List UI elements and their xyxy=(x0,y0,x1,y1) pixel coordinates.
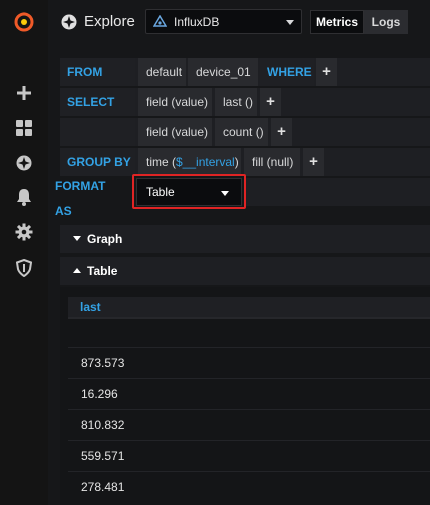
format-select-highlight xyxy=(132,174,246,209)
select-field-segment[interactable]: field (value) xyxy=(138,118,212,146)
interval-variable: $__interval xyxy=(176,155,235,169)
dashboards-icon[interactable] xyxy=(12,116,36,140)
groupby-time-segment[interactable]: time ($__interval) xyxy=(138,148,241,176)
results-table: last 873.573 16.296 810.832 559.571 278.… xyxy=(60,287,430,505)
main-area: Explore InfluxDB Metrics Logs FROM defau… xyxy=(48,0,430,505)
select-row-2: field (value) count () + xyxy=(60,118,430,146)
logs-mode-button[interactable]: Logs xyxy=(364,10,408,34)
add-where-button[interactable]: + xyxy=(316,58,337,86)
select-function-segment[interactable]: last () xyxy=(215,88,257,116)
datasource-picker[interactable]: InfluxDB xyxy=(145,9,302,34)
groupby-time-suffix: ) xyxy=(234,155,239,169)
format-keyword: FORMAT xyxy=(55,179,106,193)
table-row: 810.832 xyxy=(68,409,430,439)
bell-icon[interactable] xyxy=(12,185,36,209)
add-groupby-button[interactable]: + xyxy=(303,148,324,176)
add-select-part-button[interactable]: + xyxy=(271,118,292,146)
groupby-keyword: GROUP BY xyxy=(60,148,135,176)
datasource-name: InfluxDB xyxy=(174,15,220,29)
retention-policy-segment[interactable]: default xyxy=(138,58,186,86)
select-row-1: SELECT field (value) last () + xyxy=(60,88,430,116)
header-divider xyxy=(68,317,430,319)
column-header-last[interactable]: last xyxy=(68,297,430,317)
explore-toolbar: Explore InfluxDB Metrics Logs xyxy=(48,0,430,46)
where-keyword: WHERE xyxy=(260,58,314,86)
sidebar xyxy=(0,0,49,505)
select-keyword-spacer xyxy=(60,118,135,146)
caret-down-icon xyxy=(73,236,81,242)
chevron-down-icon xyxy=(286,20,294,25)
measurement-segment[interactable]: device_01 xyxy=(188,58,258,86)
groupby-fill-segment[interactable]: fill (null) xyxy=(244,148,300,176)
graph-panel-toggle[interactable]: Graph xyxy=(60,225,430,253)
table-row: 278.481 xyxy=(68,471,430,501)
influxdb-icon xyxy=(152,14,168,29)
caret-up-icon xyxy=(73,268,81,274)
table-row: 873.573 xyxy=(68,347,430,377)
table-panel-label: Table xyxy=(87,264,118,278)
select-function-segment[interactable]: count () xyxy=(215,118,268,146)
table-panel-toggle[interactable]: Table xyxy=(60,257,430,285)
groupby-row: GROUP BY time ($__interval) fill (null) … xyxy=(60,148,430,176)
from-keyword: FROM xyxy=(60,58,135,86)
explore-icon[interactable] xyxy=(12,151,36,175)
gear-icon[interactable] xyxy=(12,220,36,244)
explore-icon xyxy=(60,13,78,31)
from-row: FROM default device_01 WHERE + xyxy=(60,58,430,86)
shield-icon[interactable] xyxy=(12,256,36,280)
table-row: 16.296 xyxy=(68,378,430,408)
select-keyword: SELECT xyxy=(60,88,135,116)
plus-icon[interactable] xyxy=(12,81,36,105)
add-select-part-button[interactable]: + xyxy=(260,88,281,116)
metrics-mode-button[interactable]: Metrics xyxy=(310,10,364,34)
graph-panel-label: Graph xyxy=(87,232,123,246)
groupby-time-prefix: time ( xyxy=(146,155,176,169)
select-field-segment[interactable]: field (value) xyxy=(138,88,212,116)
format-row-filler xyxy=(246,178,430,206)
page-title: Explore xyxy=(84,13,135,30)
table-row: 559.571 xyxy=(68,440,430,470)
grafana-logo-icon[interactable] xyxy=(12,10,36,34)
format-as-keyword: AS xyxy=(55,204,72,218)
